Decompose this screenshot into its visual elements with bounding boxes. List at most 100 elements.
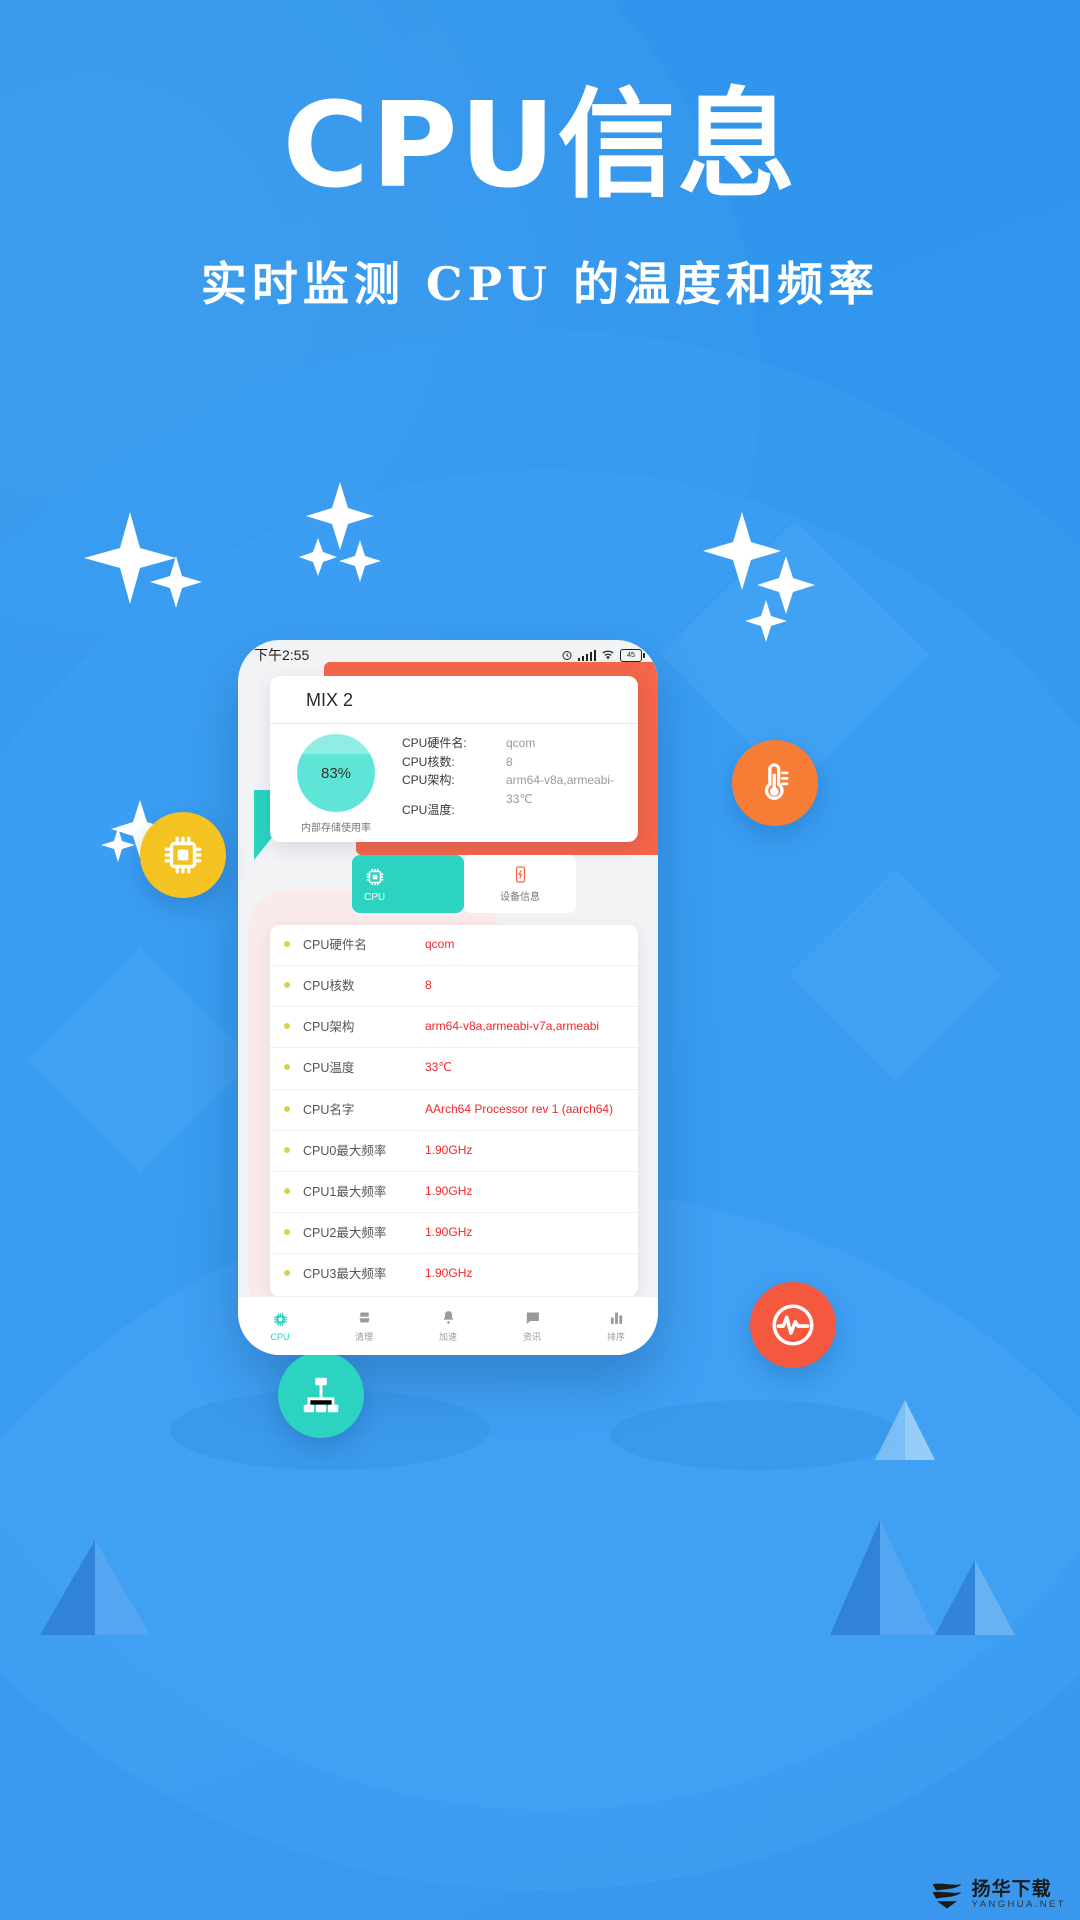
storage-gauge-value: 83% xyxy=(320,764,352,782)
list-item-value: 1.90GHz xyxy=(425,1266,473,1280)
nav-item-news[interactable]: 资讯 xyxy=(490,1309,574,1343)
tab-cpu[interactable]: CPU xyxy=(352,855,464,913)
list-item[interactable]: CPU硬件名 qcom xyxy=(270,925,638,967)
thermometer-badge xyxy=(732,740,818,826)
list-item-key: CPU名字 xyxy=(303,1102,355,1117)
summary-spec-keys: CPU硬件名: CPU核数: CPU架构: CPU温度: xyxy=(402,734,506,834)
list-item-value: qcom xyxy=(425,937,455,951)
nav-item-boost[interactable]: 加速 xyxy=(406,1309,490,1343)
bullet-icon xyxy=(284,1187,290,1194)
waveform-icon xyxy=(772,1304,814,1346)
nav-item-label: 资讯 xyxy=(522,1332,541,1342)
summary-spec-values: qcom 8 arm64-v8a,armeabi- 33℃ xyxy=(506,734,638,834)
watermark: 扬华下载 YANGHUA.NET xyxy=(929,1880,1066,1910)
nav-item-label: CPU xyxy=(270,1331,290,1342)
promo-header: CPU信息 实时监测 CPU 的温度和频率 xyxy=(0,76,1080,314)
message-icon xyxy=(525,1312,539,1324)
list-item-key: CPU0最大频率 xyxy=(303,1143,387,1158)
tab-device-info[interactable]: 设备信息 xyxy=(464,855,576,913)
storage-gauge-wrap: 83% 内部存储使用率 xyxy=(270,734,402,834)
list-item-value: 8 xyxy=(425,978,432,993)
page-title: CPU信息 xyxy=(282,76,798,214)
cpu-info-list[interactable]: CPU硬件名 qcom CPU核数 8 CPU架构 arm64-v8a,arme… xyxy=(270,925,638,1297)
page-subtitle: 实时监测 CPU 的温度和频率 xyxy=(200,256,880,311)
broom-icon xyxy=(359,1312,369,1323)
status-icons: 45 xyxy=(561,648,645,662)
waveform-badge xyxy=(750,1282,836,1368)
chart-bars-icon xyxy=(610,1312,622,1324)
bullet-icon xyxy=(284,1064,290,1071)
battery-level: 45 xyxy=(627,651,635,659)
spec-value: qcom xyxy=(506,736,536,750)
list-item[interactable]: CPU1最大频率 1.90GHz xyxy=(270,1172,638,1213)
list-item-key: CPU架构 xyxy=(303,1020,355,1035)
status-time: 下午2:55 xyxy=(254,647,310,663)
list-item-value: AArch64 Processor rev 1 (aarch64) xyxy=(425,1101,614,1116)
nav-item-label: 加速 xyxy=(438,1332,457,1342)
spec-key: CPU温度: xyxy=(402,802,455,817)
bullet-icon xyxy=(284,1146,290,1153)
nav-item-label: 排序 xyxy=(606,1332,625,1342)
list-item[interactable]: CPU名字 AArch64 Processor rev 1 (aarch64) xyxy=(270,1090,638,1131)
list-item-key: CPU1最大频率 xyxy=(303,1184,387,1199)
bottom-navigation: CPU 清理 加速 资讯 排序 xyxy=(238,1296,658,1355)
list-item-value: 1.90GHz xyxy=(425,1183,473,1198)
bullet-icon xyxy=(284,1023,290,1030)
tab-bar: CPU 设备信息 xyxy=(238,855,658,913)
bullet-icon xyxy=(284,941,290,947)
spec-key: CPU核数: xyxy=(402,754,455,769)
status-bar: 下午2:55 45 xyxy=(238,640,658,670)
tab-device-info-label: 设备信息 xyxy=(500,892,540,903)
list-item-key: CPU温度 xyxy=(303,1061,355,1076)
bullet-icon xyxy=(284,982,290,989)
list-item[interactable]: CPU核数 8 xyxy=(270,966,638,1008)
device-info-icon xyxy=(515,866,525,883)
wifi-icon xyxy=(602,650,614,660)
hierarchy-icon xyxy=(303,1377,339,1413)
summary-specs: CPU硬件名: CPU核数: CPU架构: CPU温度: qcom 8 arm6… xyxy=(402,734,638,834)
watermark-logo-icon xyxy=(932,1883,962,1909)
list-item[interactable]: CPU3最大频率 1.90GHz xyxy=(270,1254,638,1294)
list-item[interactable]: CPU0最大频率 1.90GHz xyxy=(270,1131,638,1172)
spec-spacer xyxy=(402,790,506,801)
list-item-value: 33℃ xyxy=(425,1060,452,1075)
cpu-chip-icon xyxy=(273,1312,287,1326)
watermark-text: 扬华下载 YANGHUA.NET xyxy=(972,1880,1066,1910)
summary-body: 83% 内部存储使用率 CPU硬件名: CPU核数: CPU架构: CPU温度:… xyxy=(270,724,638,842)
phone-screen: 下午2:55 45 MIX 2 83% 内部存储使用率 CPU硬件名: CPU核… xyxy=(238,640,658,1355)
bullet-icon xyxy=(284,1228,290,1235)
tab-cpu-label: CPU xyxy=(364,891,386,903)
watermark-url: YANGHUA.NET xyxy=(971,1898,1066,1910)
hierarchy-badge xyxy=(278,1352,364,1438)
list-item[interactable]: CPU温度 33℃ xyxy=(270,1048,638,1090)
spec-key: CPU架构: xyxy=(402,773,455,788)
device-summary-card: MIX 2 83% 内部存储使用率 CPU硬件名: CPU核数: CPU架构: … xyxy=(270,676,638,842)
thermometer-icon xyxy=(764,763,789,800)
bullet-icon xyxy=(284,1105,290,1112)
cpu-chip-icon xyxy=(366,868,384,885)
list-item-key: CPU3最大频率 xyxy=(303,1267,387,1281)
nav-item-cpu[interactable]: CPU xyxy=(238,1311,322,1342)
list-item-value: arm64-v8a,armeabi-v7a,armeabi xyxy=(425,1019,600,1034)
nav-item-rank[interactable]: 排序 xyxy=(574,1309,658,1343)
cpu-chip-badge xyxy=(140,812,226,898)
bullet-icon xyxy=(284,1270,290,1276)
nav-item-clean[interactable]: 清理 xyxy=(322,1309,406,1343)
nav-item-label: 清理 xyxy=(354,1332,373,1342)
phone-mockup: 下午2:55 45 MIX 2 83% 内部存储使用率 CPU硬件名: CPU核… xyxy=(238,640,658,1355)
list-item-key: CPU2最大频率 xyxy=(303,1225,387,1240)
list-item[interactable]: CPU2最大频率 1.90GHz xyxy=(270,1213,638,1254)
spec-value: 8 xyxy=(506,754,513,769)
device-title: MIX 2 xyxy=(270,676,638,724)
spec-value: 33℃ xyxy=(506,791,533,806)
storage-gauge-caption: 内部存储使用率 xyxy=(301,823,371,834)
storage-gauge: 83% xyxy=(297,734,375,812)
list-item-value: 1.90GHz xyxy=(425,1224,473,1239)
signal-icon xyxy=(577,649,596,661)
list-item-key: CPU核数 xyxy=(303,979,355,994)
list-item-key: CPU硬件名 xyxy=(303,938,367,952)
spec-key: CPU硬件名: xyxy=(402,736,467,750)
cpu-chip-icon xyxy=(164,836,202,874)
battery-icon: 45 xyxy=(620,648,645,662)
list-item[interactable]: CPU架构 arm64-v8a,armeabi-v7a,armeabi xyxy=(270,1007,638,1049)
